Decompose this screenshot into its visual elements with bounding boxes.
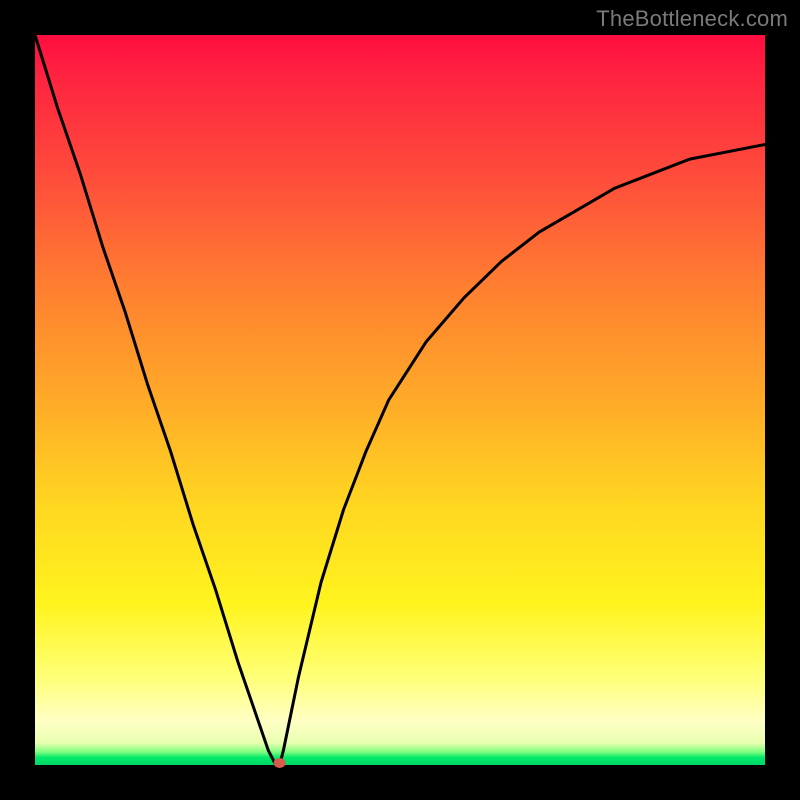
curve-svg xyxy=(35,35,765,765)
minimum-marker xyxy=(274,758,286,768)
plot-area xyxy=(35,35,765,765)
bottleneck-curve xyxy=(35,35,765,765)
watermark-text: TheBottleneck.com xyxy=(596,6,788,32)
chart-container: TheBottleneck.com xyxy=(0,0,800,800)
